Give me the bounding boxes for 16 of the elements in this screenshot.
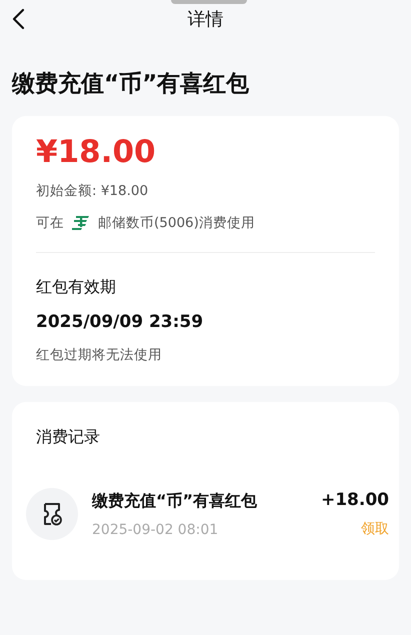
- record-amount: +18.00: [320, 490, 389, 510]
- bank-logo-icon: [72, 215, 90, 231]
- page-title: 缴费充值“币”有喜红包: [12, 70, 250, 99]
- validity-note: 红包过期将无法使用: [36, 346, 163, 364]
- usage-text: 邮储数币(5006)消费使用: [98, 214, 255, 232]
- back-icon[interactable]: [11, 8, 25, 30]
- records-title: 消费记录: [36, 427, 101, 448]
- usage-prefix-text: 可在: [36, 214, 64, 232]
- amount-text: ¥18.00: [36, 133, 157, 172]
- record-name: 缴费充值“币”有喜红包: [92, 490, 258, 512]
- record-time: 2025-09-02 08:01: [92, 522, 220, 538]
- validity-label: 红包有效期: [36, 277, 117, 298]
- record-status: 领取: [360, 520, 389, 538]
- validity-date: 2025/09/09 23:59: [36, 312, 204, 332]
- header-title: 详情: [188, 8, 224, 31]
- initial-amount-text: 初始金额: ¥18.00: [36, 182, 150, 200]
